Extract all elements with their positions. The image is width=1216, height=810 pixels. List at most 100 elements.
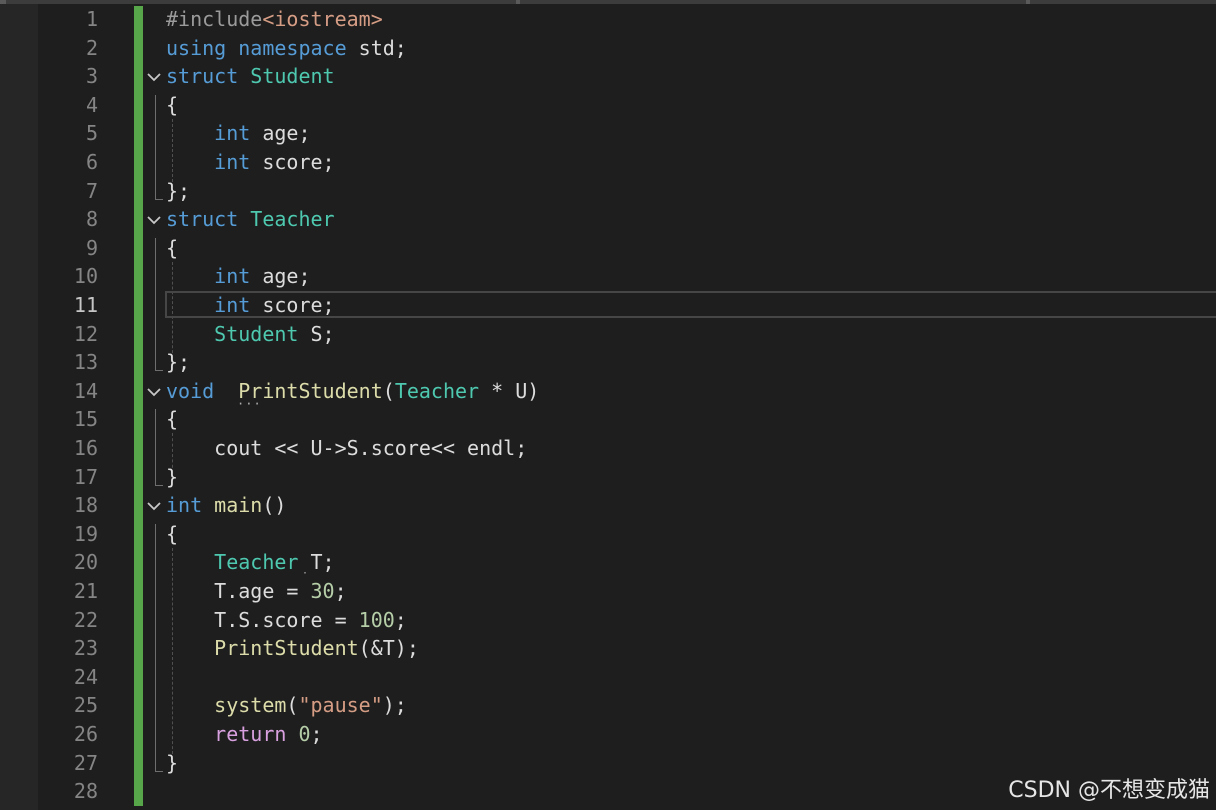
code-token: void: [166, 378, 215, 403]
code-token: * U): [479, 378, 540, 403]
scope-guide-end: [155, 770, 163, 772]
chevron-down-icon[interactable]: [146, 498, 162, 514]
code-token: {: [166, 407, 179, 432]
top-tab-strip: [0, 0, 1216, 4]
code-token: int: [214, 264, 251, 289]
left-margin-strip: [0, 4, 38, 810]
line-number: 16: [73, 436, 98, 460]
code-line[interactable]: PrintStudent(&T);: [166, 634, 419, 662]
scope-guide-end: [155, 370, 163, 372]
scope-guide: [155, 409, 156, 485]
chevron-down-icon[interactable]: [146, 212, 162, 228]
line-number: 8: [85, 207, 98, 232]
code-line[interactable]: };: [166, 177, 190, 205]
code-line[interactable]: struct Teacher: [166, 205, 335, 233]
code-token: struct: [166, 64, 239, 89]
code-token: int: [214, 150, 251, 174]
line-number: 13: [73, 350, 98, 375]
scope-guide-end: [155, 484, 163, 486]
line-number: 25: [73, 693, 98, 718]
code-token: 0: [298, 722, 311, 746]
line-number: 15: [73, 407, 98, 432]
code-line[interactable]: int age;: [166, 119, 310, 147]
code-line[interactable]: T.S.score = 100;: [166, 606, 407, 634]
code-token: main: [214, 493, 263, 518]
code-line[interactable]: {: [166, 405, 178, 433]
code-token: score;: [250, 293, 335, 317]
code-token: S;: [298, 321, 335, 346]
code-token: score;: [250, 150, 335, 174]
code-token: T.age =: [166, 579, 311, 603]
code-line[interactable]: int age;: [166, 262, 310, 290]
code-token: (): [262, 493, 287, 518]
code-line[interactable]: {: [166, 520, 178, 548]
code-token: cout << U->S.score<< endl;: [166, 436, 528, 460]
code-line[interactable]: void PrintStudent(Teacher * U): [166, 377, 539, 405]
line-number: 2: [85, 35, 98, 60]
code-line[interactable]: }: [166, 463, 178, 491]
code-line[interactable]: cout << U->S.score<< endl;: [166, 434, 527, 462]
code-token: 30: [310, 579, 335, 603]
code-line[interactable]: struct Student: [166, 62, 335, 90]
code-token: Teacher: [394, 378, 480, 403]
code-token: );: [382, 693, 407, 718]
line-number: 26: [73, 722, 98, 746]
code-token: struct: [166, 207, 239, 232]
code-line[interactable]: {: [166, 234, 178, 262]
code-line[interactable]: #include<iostream>: [166, 5, 383, 33]
code-line[interactable]: Student S;: [166, 320, 335, 348]
code-line[interactable]: int score;: [166, 148, 335, 176]
code-token: (: [382, 378, 395, 403]
chevron-down-icon[interactable]: [146, 69, 162, 85]
chevron-down-icon[interactable]: [146, 384, 162, 400]
code-line[interactable]: {: [166, 91, 178, 119]
line-number: 4: [85, 92, 98, 117]
code-token: system: [214, 693, 287, 718]
code-token: };: [166, 178, 191, 203]
line-number: 27: [73, 750, 98, 775]
scope-guide: [155, 523, 156, 771]
code-line[interactable]: using namespace std;: [166, 34, 407, 62]
code-line[interactable]: };: [166, 348, 190, 376]
line-number: 7: [85, 178, 98, 203]
code-line[interactable]: system("pause");: [166, 691, 407, 719]
code-line[interactable]: Teacher T;: [166, 548, 334, 576]
tab-divider: [1026, 0, 1030, 4]
code-token: {: [166, 92, 179, 117]
code-token: }: [166, 464, 179, 489]
code-token: "pause": [298, 693, 383, 718]
code-token: Student: [214, 321, 299, 346]
code-token: int: [166, 493, 203, 518]
code-token: namespace: [238, 35, 347, 60]
code-token: std;: [346, 35, 407, 60]
line-number: 12: [73, 321, 98, 346]
code-token: ;: [394, 607, 407, 632]
line-number: 20: [73, 550, 98, 575]
intellisense-dots: ···: [237, 397, 262, 411]
change-tracking-bar: [134, 6, 143, 806]
code-line[interactable]: int main(): [166, 491, 286, 519]
code-token: Teacher: [214, 550, 299, 575]
code-line[interactable]: }: [166, 749, 178, 777]
intellisense-dot: ·: [302, 568, 310, 579]
code-token: return: [214, 722, 287, 746]
code-line[interactable]: return 0;: [166, 720, 322, 748]
code-token: using: [166, 35, 227, 60]
code-token: int: [214, 121, 251, 146]
line-number: 10: [73, 264, 98, 289]
code-line[interactable]: T.age = 30;: [166, 577, 346, 605]
code-line[interactable]: int score;: [166, 291, 335, 319]
line-number: 17: [73, 464, 98, 489]
tab-divider: [516, 0, 520, 4]
line-number: 1: [85, 7, 98, 31]
line-number: 3: [85, 64, 98, 89]
line-number: 14: [73, 378, 98, 403]
watermark: CSDN @不想变成猫: [1008, 778, 1210, 803]
